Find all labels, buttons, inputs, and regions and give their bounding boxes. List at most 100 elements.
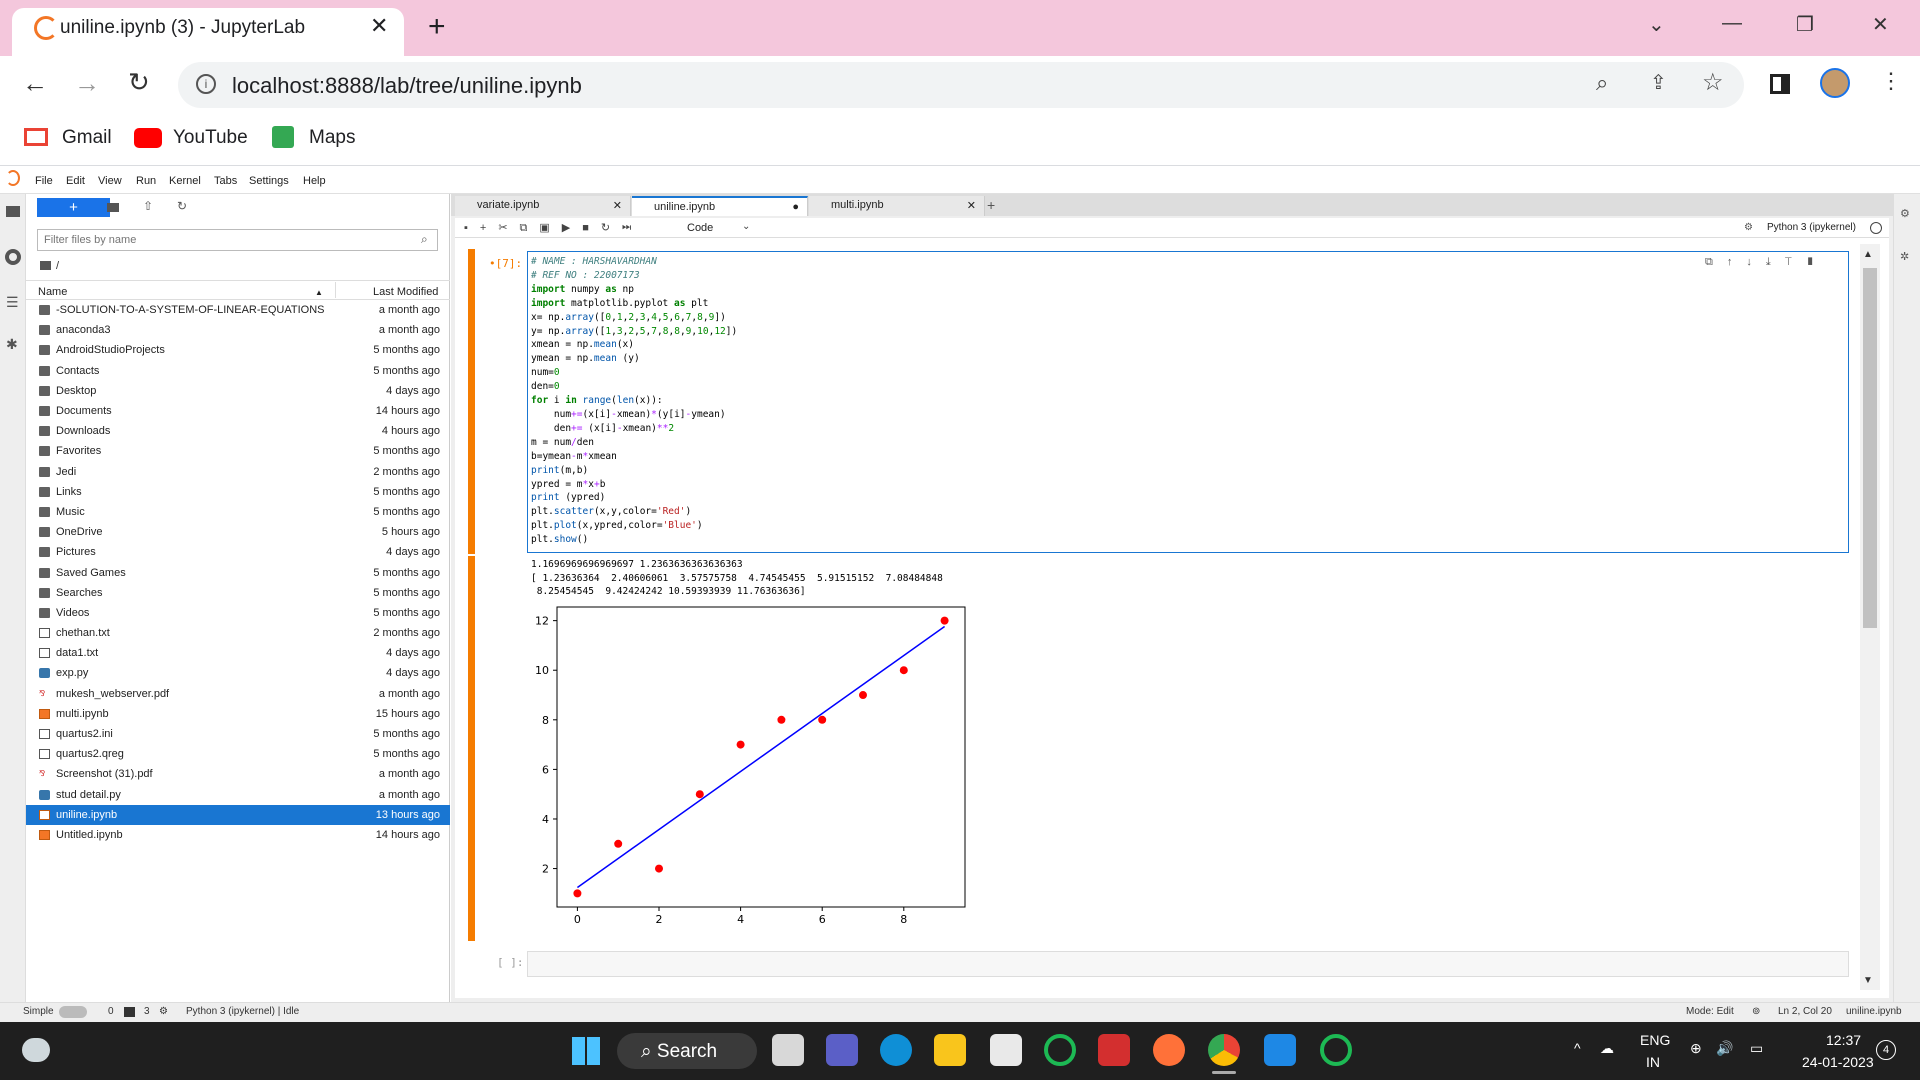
filter-files-input[interactable] bbox=[37, 229, 438, 251]
language-2[interactable]: IN bbox=[1646, 1054, 1660, 1070]
windows-start-icon[interactable] bbox=[572, 1037, 600, 1065]
bookmark-star-icon[interactable]: ☆ bbox=[1702, 68, 1724, 97]
cloud-icon[interactable]: ☁ bbox=[1600, 1040, 1614, 1057]
tab-close-icon[interactable]: ✕ bbox=[370, 13, 388, 39]
simple-mode-toggle[interactable] bbox=[59, 1006, 87, 1018]
file-row[interactable]: -SOLUTION-TO-A-SYSTEM-OF-LINEAR-EQUATION… bbox=[26, 300, 450, 320]
tab-multi[interactable]: multi.ipynb ✕ bbox=[809, 196, 985, 216]
running-icon[interactable] bbox=[5, 249, 21, 265]
new-launcher-button[interactable]: + bbox=[37, 198, 110, 217]
network-icon[interactable]: ⊕ bbox=[1690, 1040, 1702, 1057]
minimize-icon[interactable]: — bbox=[1722, 12, 1742, 35]
file-row[interactable]: Videos 5 months ago bbox=[26, 603, 450, 623]
file-row[interactable]: ⅋ mukesh_webserver.pdf a month ago bbox=[26, 684, 450, 704]
menu-view[interactable]: View bbox=[98, 175, 122, 187]
chevron-down-icon[interactable]: ⌄ bbox=[742, 221, 750, 232]
file-explorer-icon[interactable] bbox=[934, 1034, 966, 1066]
task-view-icon[interactable] bbox=[772, 1034, 804, 1066]
upload-icon[interactable]: ⇧ bbox=[143, 199, 153, 213]
new-folder-icon[interactable] bbox=[107, 203, 119, 212]
file-row[interactable]: Pictures 4 days ago bbox=[26, 542, 450, 562]
maximize-icon[interactable]: ❐ bbox=[1796, 12, 1814, 37]
name-column-header[interactable]: Name bbox=[38, 286, 67, 298]
menu-edit[interactable]: Edit bbox=[66, 175, 85, 187]
file-row[interactable]: uniline.ipynb 13 hours ago bbox=[26, 804, 450, 825]
bookmark-youtube[interactable]: YouTube bbox=[173, 127, 248, 149]
tab-variate[interactable]: variate.ipynb ✕ bbox=[455, 196, 631, 216]
file-row[interactable]: quartus2.ini 5 months ago bbox=[26, 724, 450, 744]
unsaved-dot-icon[interactable]: ● bbox=[792, 201, 799, 213]
file-row[interactable]: Downloads 4 hours ago bbox=[26, 421, 450, 441]
file-row[interactable]: Contacts 5 months ago bbox=[26, 361, 450, 381]
file-row[interactable]: Favorites 5 months ago bbox=[26, 441, 450, 461]
scroll-down-icon[interactable]: ▼ bbox=[1863, 975, 1873, 986]
menu-run[interactable]: Run bbox=[136, 175, 156, 187]
notification-badge[interactable]: 4 bbox=[1876, 1040, 1896, 1060]
tab-uniline[interactable]: uniline.ipynb ● bbox=[632, 196, 808, 216]
edge-icon[interactable] bbox=[880, 1034, 912, 1066]
scroll-up-icon[interactable]: ▲ bbox=[1863, 249, 1873, 260]
kebab-menu-icon[interactable]: ⋮ bbox=[1880, 68, 1902, 94]
clock-time[interactable]: 12:37 bbox=[1826, 1032, 1861, 1048]
photos-icon[interactable] bbox=[1264, 1034, 1296, 1066]
file-row[interactable]: AndroidStudioProjects 5 months ago bbox=[26, 340, 450, 360]
reload-icon[interactable]: ↻ bbox=[128, 67, 150, 98]
menu-file[interactable]: File bbox=[35, 175, 53, 187]
side-panel-icon[interactable] bbox=[1770, 74, 1790, 94]
volume-icon[interactable]: 🔊 bbox=[1716, 1040, 1733, 1057]
taskbar-search[interactable]: ⌕ Search bbox=[617, 1033, 757, 1069]
file-row[interactable]: exp.py 4 days ago bbox=[26, 663, 450, 683]
file-row[interactable]: Jedi 2 months ago bbox=[26, 462, 450, 482]
weather-icon[interactable] bbox=[22, 1038, 50, 1062]
scrollbar-thumb[interactable] bbox=[1863, 268, 1877, 628]
new-tab-icon[interactable]: + bbox=[428, 10, 446, 44]
file-row[interactable]: anaconda3 a month ago bbox=[26, 320, 450, 340]
bookmark-gmail[interactable]: Gmail bbox=[62, 127, 112, 149]
output-collapser[interactable] bbox=[468, 556, 475, 941]
jupyter-app-icon-2[interactable] bbox=[1320, 1034, 1352, 1066]
cell-type-select[interactable]: Code bbox=[687, 222, 713, 234]
file-row[interactable]: data1.txt 4 days ago bbox=[26, 643, 450, 663]
add-tab-icon[interactable]: + bbox=[987, 197, 995, 213]
menu-kernel[interactable]: Kernel bbox=[169, 175, 201, 187]
kernel-name[interactable]: Python 3 (ipykernel) bbox=[1767, 222, 1856, 233]
file-row[interactable]: quartus2.qreg 5 months ago bbox=[26, 744, 450, 764]
back-icon[interactable]: ← bbox=[22, 68, 48, 99]
jupyter-app-icon[interactable] bbox=[1044, 1034, 1076, 1066]
avatar[interactable] bbox=[1820, 68, 1850, 98]
toolbar-icons[interactable]: ▪+✂⧉▣▶■↻⏭ bbox=[464, 221, 643, 235]
forward-icon[interactable]: → bbox=[74, 68, 100, 99]
tray-chevron-icon[interactable]: ^ bbox=[1574, 1040, 1581, 1056]
zoom-icon[interactable]: ⌕ bbox=[1596, 70, 1608, 96]
close-icon[interactable]: ✕ bbox=[967, 199, 976, 212]
file-row[interactable]: Music 5 months ago bbox=[26, 502, 450, 522]
file-row[interactable]: ⅋ Screenshot (31).pdf a month ago bbox=[26, 764, 450, 784]
file-row[interactable]: multi.ipynb 15 hours ago bbox=[26, 704, 450, 724]
close-icon[interactable]: ✕ bbox=[613, 199, 622, 212]
close-window-icon[interactable]: ✕ bbox=[1872, 12, 1889, 37]
info-icon[interactable]: i bbox=[196, 74, 216, 94]
language-1[interactable]: ENG bbox=[1640, 1032, 1670, 1048]
firefox-icon[interactable] bbox=[1153, 1034, 1185, 1066]
tab-search-chevron-icon[interactable]: ⌄ bbox=[1648, 12, 1665, 37]
kernel-status[interactable]: Python 3 (ipykernel) | Idle bbox=[186, 1006, 299, 1017]
gear-icon[interactable]: ⚙ bbox=[1744, 222, 1753, 233]
file-row[interactable]: Searches 5 months ago bbox=[26, 583, 450, 603]
file-row[interactable]: OneDrive 5 hours ago bbox=[26, 522, 450, 542]
cell-collapser[interactable] bbox=[468, 249, 475, 554]
debugger-icon[interactable]: ✲ bbox=[1900, 250, 1909, 263]
cell-action-icons[interactable]: ⧉↑↓⤓⊤▮ bbox=[1705, 256, 1828, 269]
file-row[interactable]: stud detail.py a month ago bbox=[26, 785, 450, 805]
battery-icon[interactable]: ▭ bbox=[1750, 1040, 1763, 1057]
refresh-icon[interactable]: ↻ bbox=[177, 199, 187, 213]
chrome-icon[interactable] bbox=[1208, 1034, 1240, 1066]
property-inspector-icon[interactable]: ⚙ bbox=[1900, 207, 1910, 220]
menu-settings[interactable]: Settings bbox=[249, 175, 289, 187]
clock-date[interactable]: 24-01-2023 bbox=[1802, 1054, 1874, 1070]
cursor-position[interactable]: Ln 2, Col 20 bbox=[1778, 1006, 1832, 1017]
sort-icon[interactable]: ▲ bbox=[315, 288, 323, 297]
folder-icon[interactable] bbox=[6, 206, 20, 217]
bookmark-maps[interactable]: Maps bbox=[309, 127, 355, 149]
file-row[interactable]: Documents 14 hours ago bbox=[26, 401, 450, 421]
file-row[interactable]: chethan.txt 2 months ago bbox=[26, 623, 450, 643]
